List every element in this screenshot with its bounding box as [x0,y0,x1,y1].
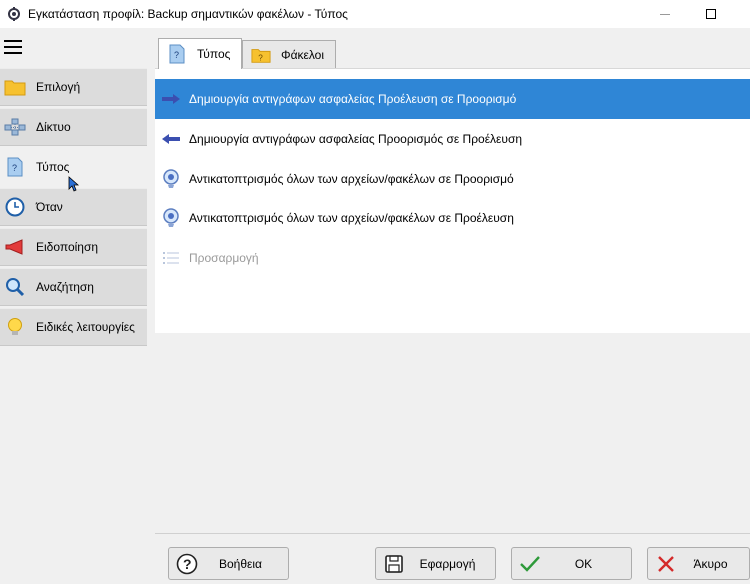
backup-type-list: Δημιουργία αντιγράφων ασφαλείας Προέλευσ… [155,68,750,333]
maximize-icon [706,9,716,19]
help-button[interactable]: ? Βοήθεια [168,547,289,580]
mirror-icon [161,208,181,228]
sidebar-item-epilogi[interactable]: Επιλογή [0,68,147,106]
cancel-button[interactable]: Άκυρο [647,547,750,580]
network-icon [4,116,26,138]
sidebar: Επιλογή Δίκτυο ? Τύπος Όταν Ειδοποίηση Α… [0,28,148,584]
sidebar-item-eidopoiisi[interactable]: Ειδοποίηση [0,228,147,266]
title-bar: Εγκατάσταση προφίλ: Backup σημαντικών φα… [0,0,750,28]
apply-button-label: Εφαρμογή [419,556,476,571]
apply-button[interactable]: Εφαρμογή [375,547,496,580]
save-icon [382,552,406,576]
option-label: Αντικατοπτρισμός όλων των αρχείων/φακέλω… [189,172,514,186]
tab-bar: ? Τύπος ? Φάκελοι [155,38,750,69]
question-file-icon: ? [167,44,187,64]
mirror-icon [161,169,181,189]
option-label: Δημιουργία αντιγράφων ασφαλείας Προορισμ… [189,132,523,146]
option-backup-source-to-destination[interactable]: Δημιουργία αντιγράφων ασφαλείας Προέλευσ… [155,79,750,119]
folder-icon [4,76,26,98]
sidebar-item-otan[interactable]: Όταν [0,188,147,226]
option-mirror-to-source[interactable]: Αντικατοπτρισμός όλων των αρχείων/φακέλω… [155,198,750,238]
option-label: Δημιουργία αντιγράφων ασφαλείας Προέλευσ… [189,92,517,106]
sidebar-item-label: Δίκτυο [36,120,71,134]
option-mirror-to-destination[interactable]: Αντικατοπτρισμός όλων των αρχείων/φακέλω… [155,159,750,199]
sidebar-item-label: Όταν [36,200,63,214]
sidebar-item-label: Ειδοποίηση [36,240,99,254]
magnifier-icon [4,276,26,298]
sidebar-item-label: Επιλογή [36,80,81,94]
question-folder-icon: ? [251,45,271,65]
maximize-button[interactable] [688,0,734,28]
tab-fakeloi[interactable]: ? Φάκελοι [242,40,336,68]
sidebar-item-label: Αναζήτηση [36,280,94,294]
hamburger-icon[interactable] [4,40,22,56]
help-button-label: Βοήθεια [219,556,262,571]
tab-label: Τύπος [197,47,231,61]
arrow-left-icon [161,129,181,149]
sidebar-item-label: Ειδικές λειτουργίες [36,320,135,334]
checkmark-icon [518,552,542,576]
minimize-icon [660,13,670,15]
cancel-button-label: Άκυρο [693,556,728,571]
minimize-button[interactable] [642,0,688,28]
svg-text:?: ? [183,556,192,572]
sidebar-item-eidikes-leitourgies[interactable]: Ειδικές λειτουργίες [0,308,147,346]
svg-text:?: ? [12,163,17,173]
svg-text:?: ? [258,53,263,62]
tab-typos[interactable]: ? Τύπος [158,38,242,69]
x-icon [654,552,678,576]
window-title: Εγκατάσταση προφίλ: Backup σημαντικών φα… [28,7,348,21]
option-backup-destination-to-source[interactable]: Δημιουργία αντιγράφων ασφαλείας Προορισμ… [155,119,750,159]
mouse-cursor-icon [68,176,80,192]
lightbulb-icon [4,316,26,338]
list-icon [161,248,181,268]
option-label: Αντικατοπτρισμός όλων των αρχείων/φακέλω… [189,211,514,225]
option-label: Προσαρμογή [189,251,259,265]
option-custom: Προσαρμογή [155,238,750,278]
gear-app-icon [6,6,22,22]
megaphone-icon [4,236,26,258]
footer-divider [155,533,750,534]
question-file-icon: ? [4,156,26,178]
sidebar-item-diktyo[interactable]: Δίκτυο [0,108,147,146]
clock-icon [4,196,26,218]
sidebar-item-anazitisi[interactable]: Αναζήτηση [0,268,147,306]
arrow-right-icon [161,89,181,109]
svg-text:?: ? [174,50,179,60]
ok-button[interactable]: OK [511,547,632,580]
question-icon: ? [175,552,199,576]
sidebar-item-label: Τύπος [36,160,70,174]
ok-button-label: OK [574,556,593,571]
tab-label: Φάκελοι [281,47,325,62]
